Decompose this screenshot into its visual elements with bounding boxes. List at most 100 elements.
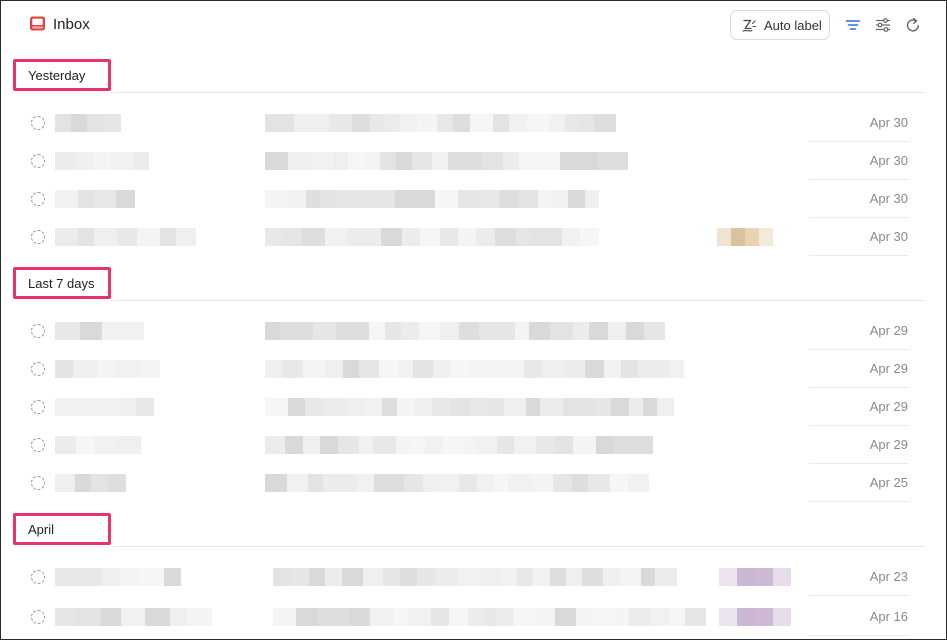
redacted-block xyxy=(137,228,160,246)
redacted-block xyxy=(432,152,448,170)
message-row[interactable]: Apr 30 xyxy=(1,180,946,218)
redacted-block xyxy=(74,152,93,170)
message-date: Apr 30 xyxy=(869,229,908,244)
redacted-block xyxy=(643,398,657,416)
redacted-block xyxy=(120,398,136,416)
redacted-block xyxy=(458,568,480,586)
redacted-block xyxy=(397,398,415,416)
redacted-block xyxy=(336,190,352,208)
redacted-block xyxy=(519,152,542,170)
redacted-block xyxy=(553,474,572,492)
redacted-block xyxy=(459,474,477,492)
redacted-block xyxy=(477,474,494,492)
unread-circle-icon[interactable] xyxy=(31,192,45,206)
sender-redacted xyxy=(55,114,121,132)
redacted-block xyxy=(296,322,313,340)
redacted-block xyxy=(494,474,508,492)
unread-circle-icon[interactable] xyxy=(31,116,45,130)
sender-redacted xyxy=(55,568,181,586)
message-date: Apr 25 xyxy=(869,475,908,490)
redacted-block xyxy=(265,228,284,246)
redacted-block xyxy=(527,114,549,132)
redacted-block xyxy=(121,608,145,626)
sender-redacted xyxy=(55,228,196,246)
redacted-block xyxy=(133,152,149,170)
redacted-block xyxy=(638,360,652,378)
redacted-block xyxy=(594,114,616,132)
filter-icon[interactable] xyxy=(844,16,862,34)
redacted-block xyxy=(396,152,412,170)
auto-label-icon xyxy=(742,19,757,32)
redacted-block xyxy=(283,360,303,378)
subject-redacted xyxy=(265,228,599,246)
redacted-block xyxy=(279,114,294,132)
redacted-block xyxy=(603,568,620,586)
redacted-block xyxy=(389,474,404,492)
message-row[interactable]: Apr 30 xyxy=(1,104,946,142)
redacted-block xyxy=(425,436,443,454)
message-row[interactable]: Apr 30 xyxy=(1,142,946,180)
unread-circle-icon[interactable] xyxy=(31,400,45,414)
message-row[interactable]: Apr 23 xyxy=(1,558,946,596)
redacted-block xyxy=(352,190,372,208)
message-row[interactable]: Apr 29 xyxy=(1,350,946,388)
message-row[interactable]: Apr 16 xyxy=(1,598,946,636)
subject-redacted xyxy=(265,474,649,492)
message-date: Apr 29 xyxy=(869,323,908,338)
message-row[interactable]: Apr 29 xyxy=(1,426,946,464)
redacted-block xyxy=(564,360,585,378)
auto-label-text: Auto label xyxy=(764,17,822,33)
message-row[interactable]: Apr 29 xyxy=(1,312,946,350)
section-divider xyxy=(113,92,925,93)
redacted-block xyxy=(449,608,468,626)
unread-circle-icon[interactable] xyxy=(31,438,45,452)
row-divider xyxy=(809,635,909,636)
redacted-block xyxy=(352,114,370,132)
redacted-block xyxy=(349,608,370,626)
auto-label-button[interactable]: Auto label xyxy=(730,10,830,40)
refresh-icon[interactable] xyxy=(904,16,922,34)
unread-circle-icon[interactable] xyxy=(31,610,45,624)
subject-redacted xyxy=(265,436,653,454)
redacted-block xyxy=(93,152,111,170)
redacted-block xyxy=(320,190,336,208)
redacted-block xyxy=(288,398,305,416)
redacted-block xyxy=(363,568,383,586)
redacted-block xyxy=(432,398,451,416)
redacted-block xyxy=(477,436,497,454)
redacted-block xyxy=(176,228,196,246)
message-row[interactable]: Apr 25 xyxy=(1,464,946,502)
unread-circle-icon[interactable] xyxy=(31,570,45,584)
row-divider xyxy=(809,595,909,596)
unread-circle-icon[interactable] xyxy=(31,230,45,244)
redacted-block xyxy=(303,360,325,378)
redacted-block xyxy=(483,608,497,626)
toolbar: Inbox Auto label xyxy=(1,1,946,51)
redacted-block xyxy=(451,398,470,416)
redacted-block xyxy=(94,436,116,454)
redacted-block xyxy=(380,152,396,170)
redacted-block xyxy=(265,322,280,340)
sliders-icon[interactable] xyxy=(874,16,892,34)
redacted-block xyxy=(273,608,296,626)
redacted-block xyxy=(145,608,170,626)
unread-circle-icon[interactable] xyxy=(31,362,45,376)
redacted-block xyxy=(563,398,580,416)
message-row[interactable]: Apr 30 xyxy=(1,218,946,256)
redacted-block xyxy=(576,608,594,626)
redacted-block xyxy=(265,474,287,492)
message-date: Apr 29 xyxy=(869,361,908,376)
unread-circle-icon[interactable] xyxy=(31,154,45,168)
message-date: Apr 30 xyxy=(869,115,908,130)
redacted-block xyxy=(94,228,117,246)
redacted-block xyxy=(483,152,503,170)
redacted-block xyxy=(323,474,338,492)
unread-circle-icon[interactable] xyxy=(31,476,45,490)
redacted-block xyxy=(565,114,579,132)
redacted-block xyxy=(342,568,363,586)
redacted-block xyxy=(343,360,359,378)
sender-redacted xyxy=(55,322,144,340)
redacted-block xyxy=(717,228,731,246)
unread-circle-icon[interactable] xyxy=(31,324,45,338)
message-row[interactable]: Apr 29 xyxy=(1,388,946,426)
